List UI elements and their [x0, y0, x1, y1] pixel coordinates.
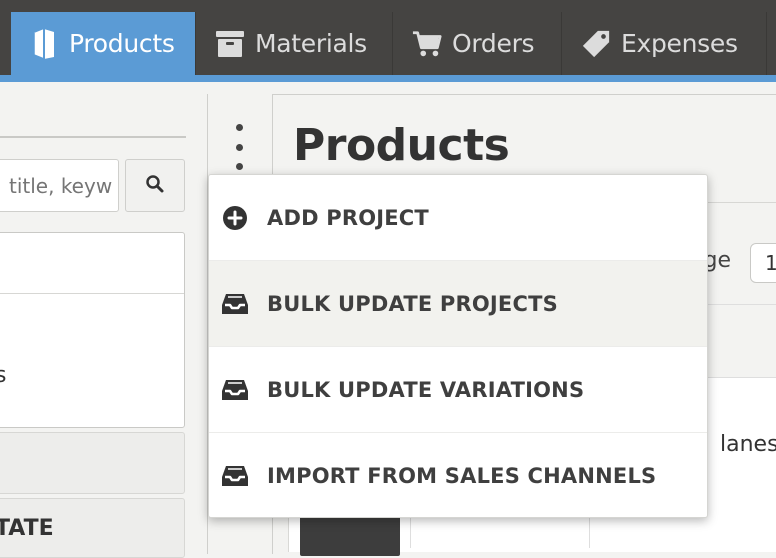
- actions-dropdown-menu: ADD PROJECT BULK UPDATE PROJECTS BULK UP…: [208, 174, 708, 518]
- search-icon: [145, 174, 165, 198]
- tab-label: Materials: [255, 29, 367, 58]
- inbox-tray-icon: [221, 376, 249, 404]
- product-thumbnail[interactable]: [300, 516, 400, 556]
- plus-circle-icon: [221, 204, 249, 232]
- per-page-select[interactable]: 1: [750, 243, 776, 283]
- tab-label: Expenses: [621, 29, 738, 58]
- more-actions-button[interactable]: [224, 124, 254, 170]
- menu-item-label: IMPORT FROM SALES CHANNELS: [267, 464, 657, 488]
- menu-item-add-project[interactable]: ADD PROJECT: [209, 175, 707, 261]
- menu-item-import-from-sales-channels[interactable]: IMPORT FROM SALES CHANNELS: [209, 433, 707, 517]
- menu-item-bulk-update-projects[interactable]: BULK UPDATE PROJECTS: [209, 261, 707, 347]
- filter-divider: [0, 293, 184, 294]
- nav-accent-stripe: [0, 75, 776, 82]
- book-icon: [29, 27, 59, 61]
- menu-item-bulk-update-variations[interactable]: BULK UPDATE VARIATIONS: [209, 347, 707, 433]
- tag-icon: [581, 27, 611, 61]
- filter-header-divider: [0, 136, 186, 138]
- kebab-dot: [235, 143, 243, 151]
- cart-icon: [412, 27, 442, 61]
- tab-label: Orders: [452, 29, 535, 58]
- tab-products[interactable]: Products: [11, 12, 196, 75]
- filter-state-section[interactable]: TATE: [0, 498, 185, 558]
- filter-state-label: TATE: [0, 516, 54, 541]
- tab-label: Products: [69, 29, 175, 58]
- table-cell: lanes: [720, 432, 776, 457]
- archive-box-icon: [215, 27, 245, 61]
- page-title: Products: [293, 120, 510, 171]
- filter-section[interactable]: [0, 432, 185, 494]
- filter-list-item[interactable]: s: [0, 363, 6, 388]
- tab-orders[interactable]: Orders: [394, 12, 562, 75]
- menu-item-label: BULK UPDATE PROJECTS: [267, 291, 558, 316]
- main-top-border: [207, 94, 776, 95]
- search-input[interactable]: [0, 159, 119, 212]
- kebab-dot: [235, 163, 243, 170]
- search-button[interactable]: [125, 159, 185, 212]
- tab-expenses[interactable]: Expenses: [563, 12, 767, 75]
- menu-item-label: BULK UPDATE VARIATIONS: [267, 377, 585, 402]
- inbox-tray-icon: [221, 462, 249, 490]
- inbox-tray-icon: [221, 290, 249, 318]
- tab-materials[interactable]: Materials: [197, 12, 393, 75]
- kebab-dot: [235, 124, 243, 131]
- menu-item-label: ADD PROJECT: [267, 205, 429, 230]
- filter-list-box: s: [0, 232, 185, 428]
